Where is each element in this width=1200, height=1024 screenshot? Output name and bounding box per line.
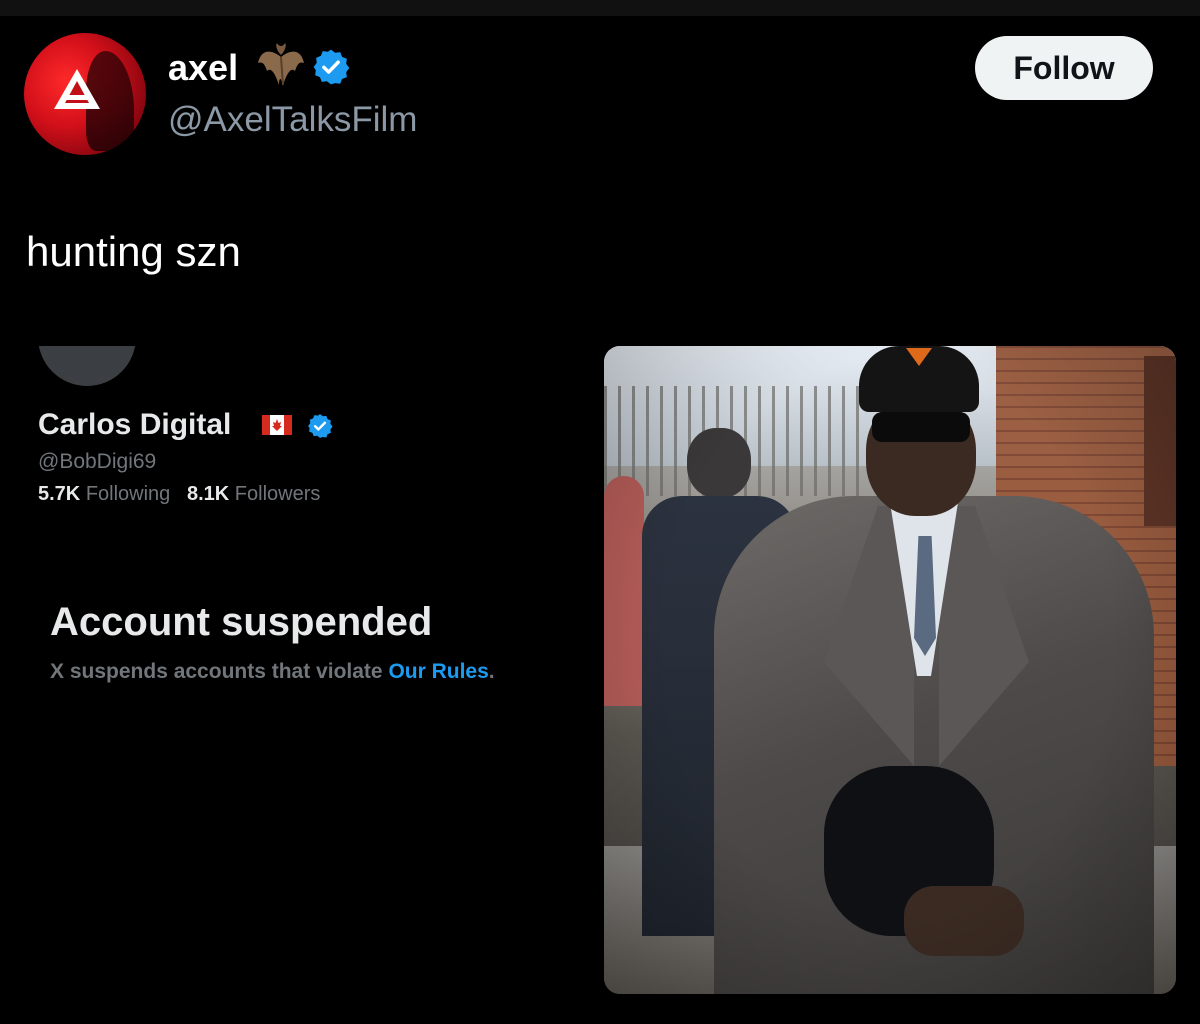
brand-logo-icon — [54, 69, 100, 109]
embedded-profile-stats: 5.7K Following 8.1K Followers — [38, 480, 320, 508]
followers-label: Followers — [234, 483, 321, 505]
verified-badge-icon — [308, 414, 333, 438]
account-suspended-description: X suspends accounts that violate Our Rul… — [50, 657, 495, 687]
embedded-profile-name: Carlos Digital — [38, 408, 232, 441]
author-avatar[interactable] — [24, 33, 146, 155]
embedded-profile-handle: @BobDigi69 — [38, 450, 157, 473]
post-image[interactable] — [604, 346, 1176, 994]
our-rules-link[interactable]: Our Rules — [388, 660, 488, 683]
canada-flag-icon — [262, 415, 292, 435]
follow-button[interactable]: Follow — [975, 36, 1153, 100]
author-handle[interactable]: @AxelTalksFilm — [168, 98, 417, 142]
following-count: 5.7K — [38, 483, 81, 505]
suspended-text: X suspends accounts that violate — [50, 660, 383, 683]
post-text: hunting szn — [26, 228, 241, 275]
embedded-profile-avatar — [38, 346, 136, 386]
period: . — [488, 660, 495, 683]
bat-emoji-icon — [258, 43, 304, 86]
following-label: Following — [85, 483, 171, 505]
verified-badge-icon — [313, 49, 350, 85]
top-edge-bar — [0, 0, 1200, 16]
followers-count: 8.1K — [186, 483, 230, 505]
author-display-name[interactable]: axel — [168, 46, 238, 90]
photo-vignette — [604, 346, 1176, 994]
account-suspended-title: Account suspended — [50, 600, 433, 644]
